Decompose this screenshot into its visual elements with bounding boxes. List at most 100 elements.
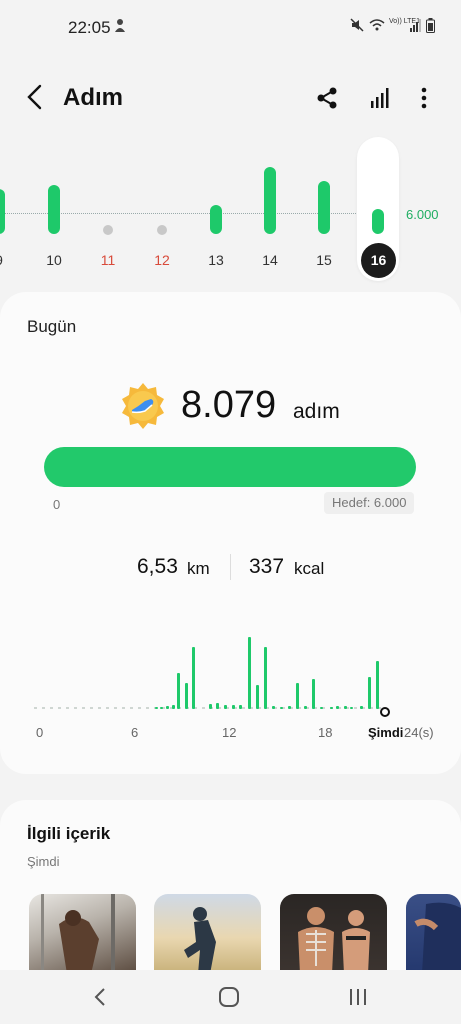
day-steps-bar[interactable]	[0, 189, 5, 234]
distance-unit: km	[187, 559, 210, 578]
related-thumbnail[interactable]	[280, 894, 387, 974]
related-thumbnail[interactable]	[154, 894, 261, 974]
hour-steps-bar	[209, 704, 212, 709]
more-options-button[interactable]	[410, 84, 438, 112]
day-label[interactable]: 14	[255, 252, 285, 268]
hour-empty-dot	[42, 707, 45, 709]
signal-icon	[410, 18, 422, 35]
hour-steps-bar	[304, 706, 307, 709]
notification-icon	[113, 18, 127, 37]
hour-steps-bar	[155, 707, 158, 709]
nav-home-button[interactable]	[218, 986, 240, 1013]
step-unit: adım	[293, 400, 340, 423]
hour-empty-dot	[146, 707, 149, 709]
hour-empty-dot	[82, 707, 85, 709]
day-label[interactable]: 9	[0, 252, 14, 268]
hour-steps-bar	[320, 707, 323, 709]
nav-back-icon	[94, 988, 105, 1006]
wifi-icon	[369, 18, 385, 35]
hour-steps-bar	[192, 647, 195, 709]
page-title: Adım	[63, 84, 123, 111]
hour-steps-bar	[280, 707, 283, 709]
day-steps-bar[interactable]	[48, 185, 60, 234]
today-card: Bugün 8.079 adım 0 Hedef: 6.000 6,53 km …	[0, 292, 461, 774]
day-label[interactable]: 13	[201, 252, 231, 268]
goal-achieved-badge-icon	[119, 382, 167, 430]
nav-home-icon	[219, 987, 239, 1007]
hour-steps-bar	[256, 685, 259, 709]
status-bar: 22:05 Vo)) LTE1	[0, 0, 461, 58]
day-label[interactable]: 12	[147, 252, 177, 268]
day-label[interactable]: 15	[309, 252, 339, 268]
hour-empty-dot	[66, 707, 69, 709]
day-steps-bar[interactable]	[264, 167, 276, 234]
day-label[interactable]: 11	[93, 252, 123, 268]
day-steps-bar[interactable]	[372, 209, 384, 234]
hour-empty-dot	[106, 707, 109, 709]
hour-empty-dot	[122, 707, 125, 709]
stats-divider	[230, 554, 231, 580]
hour-axis-label: 18	[318, 725, 333, 740]
distance-value: 6,53	[137, 555, 178, 578]
hourly-chart[interactable]: 0 6 12 18 Şimdi 24(s)	[30, 632, 440, 742]
day-no-data-dot[interactable]	[157, 225, 167, 235]
related-thumbnail[interactable]	[406, 894, 461, 974]
hour-steps-bar	[272, 706, 275, 709]
share-button[interactable]	[313, 84, 341, 112]
related-title: İlgili içerik	[27, 824, 111, 843]
hour-axis-label: 6	[131, 725, 139, 740]
hour-steps-bar	[248, 637, 251, 709]
back-button[interactable]	[22, 82, 48, 112]
step-progress-bar	[44, 447, 416, 487]
hour-steps-bar	[368, 677, 371, 709]
calories-unit: kcal	[294, 559, 325, 578]
hour-steps-bar	[216, 703, 219, 709]
hour-axis-label: 12	[222, 725, 237, 740]
related-subtitle: Şimdi	[27, 854, 60, 869]
hour-empty-dot	[138, 707, 141, 709]
hour-empty-dot	[58, 707, 61, 709]
battery-icon	[426, 18, 435, 36]
hour-steps-bar	[288, 706, 291, 709]
hour-steps-bar	[185, 683, 188, 709]
hour-steps-bar	[376, 661, 379, 709]
day-steps-bar[interactable]	[318, 181, 330, 234]
day-no-data-dot[interactable]	[103, 225, 113, 235]
now-label: Şimdi	[368, 725, 404, 740]
hour-steps-bar	[232, 705, 235, 709]
now-marker	[380, 707, 390, 717]
hour-empty-dot	[202, 707, 205, 709]
hour-empty-dot	[50, 707, 53, 709]
nav-recents-icon	[350, 989, 366, 1005]
mute-icon	[350, 18, 364, 35]
hour-steps-bar	[336, 706, 339, 709]
hour-steps-bar	[177, 673, 180, 709]
hour-empty-dot	[74, 707, 77, 709]
hour-steps-bar	[239, 705, 242, 709]
calories-value: 337	[249, 555, 285, 578]
trends-button[interactable]	[366, 84, 394, 112]
hour-empty-dot	[90, 707, 93, 709]
bar-chart-icon	[371, 88, 389, 108]
status-time: 22:05	[68, 18, 111, 37]
hour-empty-dot	[130, 707, 133, 709]
hour-empty-dot	[354, 707, 357, 709]
hour-steps-bar	[344, 706, 347, 709]
day-label[interactable]: 10	[39, 252, 69, 268]
hour-steps-bar	[350, 707, 353, 709]
progress-min-label: 0	[53, 497, 61, 512]
share-icon	[317, 87, 337, 109]
hour-empty-dot	[242, 707, 245, 709]
day-steps-bar[interactable]	[210, 205, 222, 234]
hour-steps-bar	[172, 705, 175, 709]
hour-steps-bar	[160, 707, 163, 709]
hour-axis-label: 0	[36, 725, 44, 740]
hour-steps-bar	[312, 679, 315, 709]
selected-day-label[interactable]: 16	[361, 243, 396, 278]
goal-chip[interactable]: Hedef: 6.000	[324, 492, 415, 514]
related-thumbnail[interactable]	[29, 894, 136, 974]
hour-steps-bar	[166, 706, 169, 709]
nav-back-button[interactable]	[90, 986, 110, 1013]
weekly-chart[interactable]: 9 10 11 12 13 14 15 16 6.000	[0, 130, 461, 290]
nav-recents-button[interactable]	[347, 987, 369, 1012]
